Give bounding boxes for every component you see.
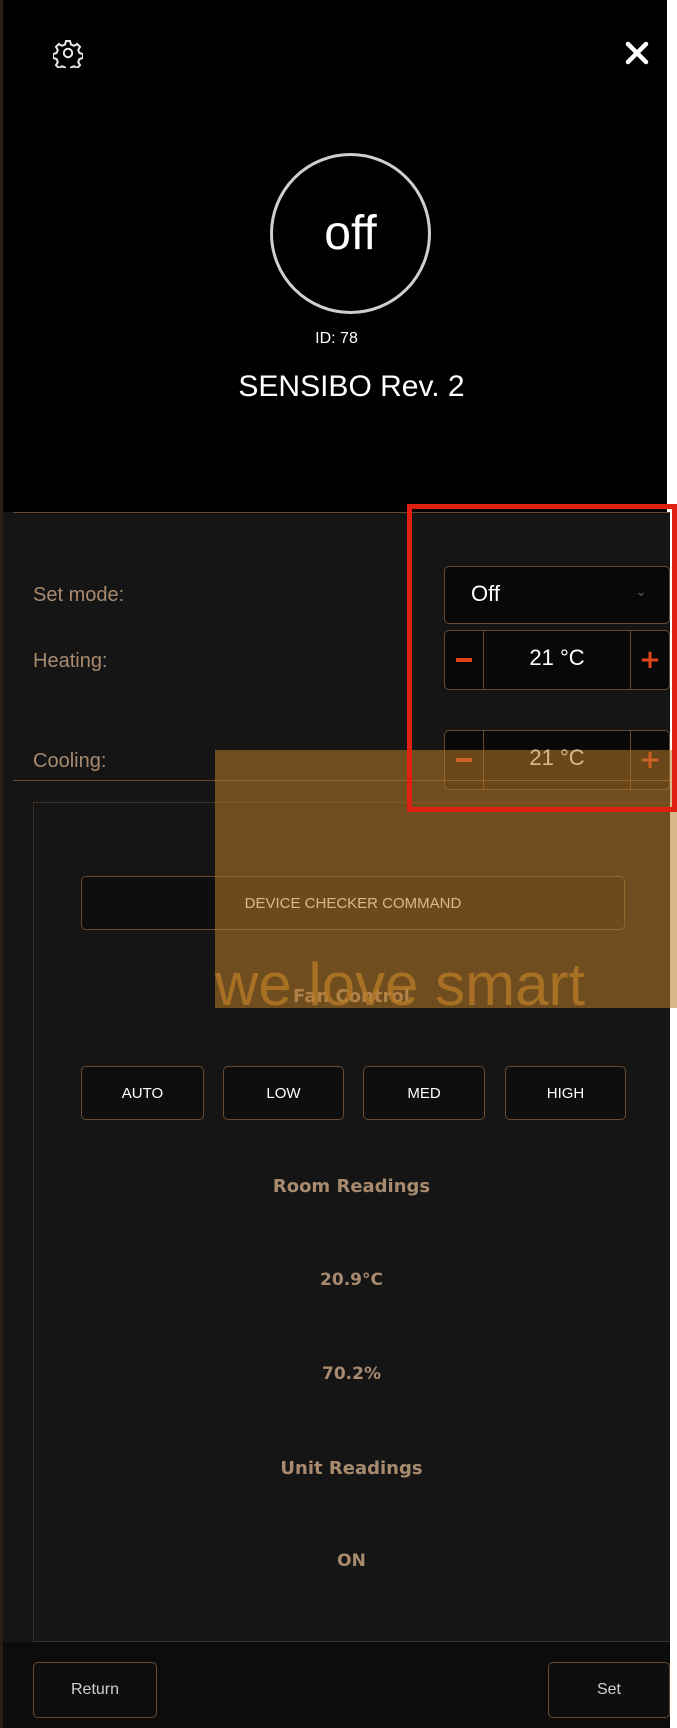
unit-readings-title: Unit Readings bbox=[280, 1458, 423, 1479]
watermark-text: we love smart bbox=[215, 951, 586, 1018]
heating-label: Heating: bbox=[33, 650, 108, 672]
unit-state: ON bbox=[337, 1551, 366, 1571]
close-icon[interactable] bbox=[620, 36, 654, 70]
fan-high-button[interactable]: HIGH bbox=[505, 1066, 626, 1120]
return-button[interactable]: Return bbox=[33, 1662, 157, 1718]
fan-auto-button[interactable]: AUTO bbox=[81, 1066, 204, 1120]
set-mode-label: Set mode: bbox=[33, 584, 125, 606]
highlight-box bbox=[407, 504, 677, 812]
room-temperature: 20.9°C bbox=[320, 1270, 383, 1290]
room-humidity: 70.2% bbox=[322, 1364, 381, 1384]
device-name: SENSIBO Rev. 2 bbox=[238, 370, 465, 403]
fan-med-button[interactable]: MED bbox=[363, 1066, 485, 1120]
device-id: ID: 78 bbox=[315, 330, 358, 347]
gear-icon[interactable] bbox=[53, 38, 83, 68]
power-state-text: off bbox=[324, 207, 377, 260]
cooling-label: Cooling: bbox=[33, 750, 107, 772]
power-toggle-button[interactable]: off bbox=[270, 153, 431, 314]
set-button[interactable]: Set bbox=[548, 1662, 670, 1718]
room-readings-title: Room Readings bbox=[272, 1176, 431, 1197]
fan-low-button[interactable]: LOW bbox=[223, 1066, 344, 1120]
